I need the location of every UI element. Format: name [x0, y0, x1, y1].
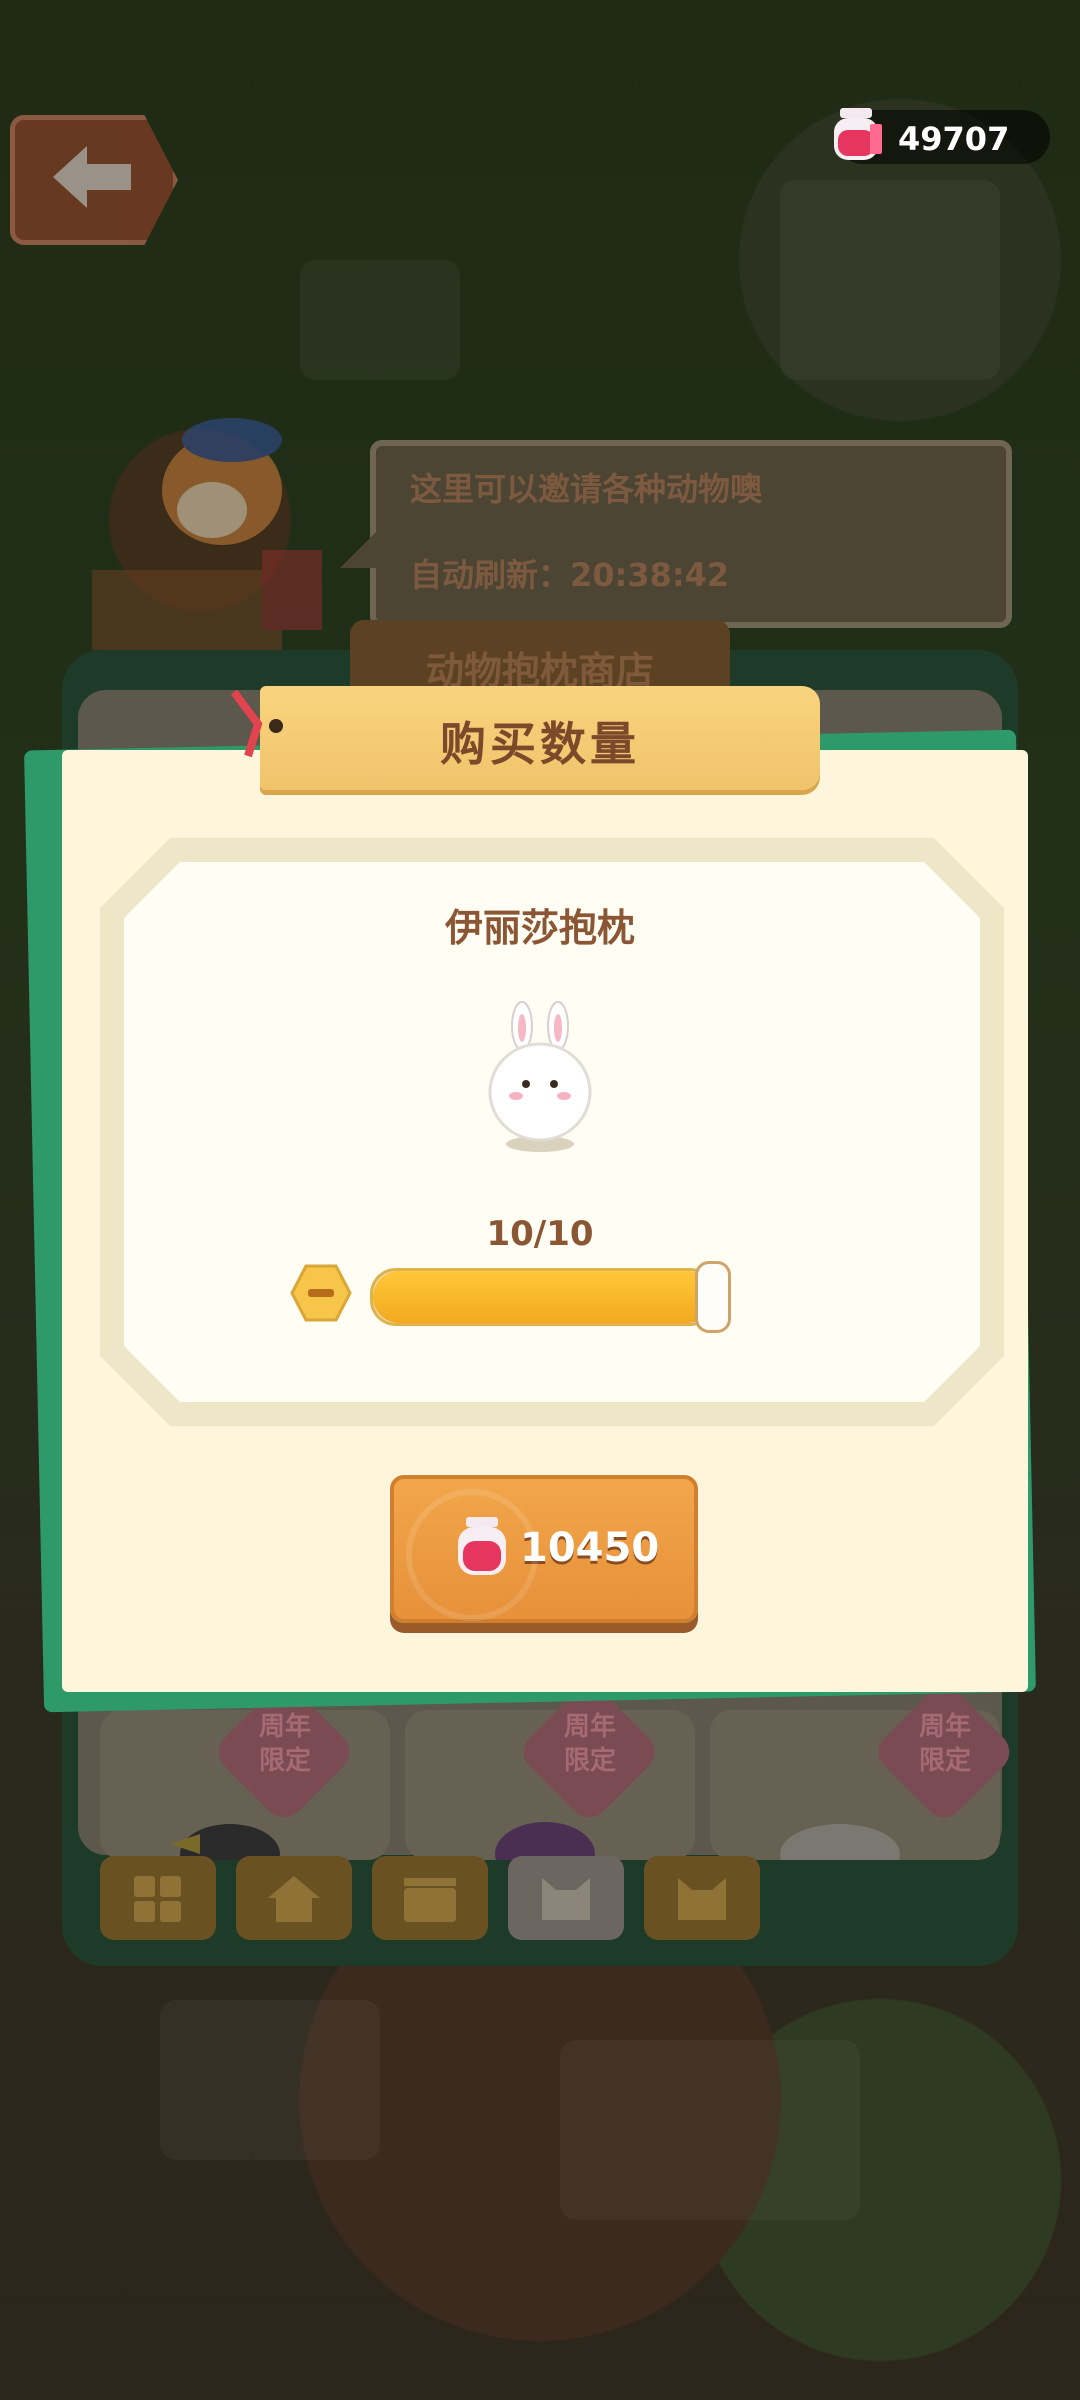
shop-item-card[interactable]: 周年 限定 — [710, 1678, 1018, 1860]
house-icon — [268, 1876, 320, 1922]
cat-face-icon — [542, 1878, 590, 1920]
shop-item-card[interactable]: 周年 限定 — [100, 1678, 390, 1860]
background-building — [300, 260, 460, 380]
slider-fill — [373, 1271, 713, 1323]
background-garden — [160, 2000, 380, 2160]
pink-jar-icon — [834, 108, 882, 160]
minus-icon[interactable] — [290, 1264, 352, 1322]
clapperboard-icon — [404, 1878, 456, 1922]
currency-value: 49707 — [898, 120, 1010, 158]
bubble-message: 这里可以邀请各种动物噢 — [410, 470, 763, 508]
seal-pillow-icon — [780, 1824, 900, 1860]
tab-video[interactable] — [372, 1856, 488, 1940]
limited-badge-text: 周年 限定 — [563, 1712, 616, 1776]
item-name: 伊丽莎抱枕 — [444, 906, 635, 950]
limited-badge-text: 周年 限定 — [918, 1712, 971, 1776]
modal-title: 购买数量 — [440, 717, 640, 771]
quantity-label: 10/10 — [486, 1214, 594, 1254]
arrow-left-icon — [53, 146, 131, 208]
pink-jar-icon — [458, 1517, 506, 1575]
grid-icon — [134, 1876, 181, 1922]
tab-grid[interactable] — [100, 1856, 216, 1940]
shopkeeper-dog — [92, 418, 322, 650]
limited-badge-text: 周年 限定 — [258, 1712, 311, 1776]
tab-pillows[interactable] — [508, 1856, 624, 1940]
buy-button[interactable]: 10450 — [390, 1475, 698, 1623]
sheep-pillow-icon — [495, 1822, 595, 1860]
shop-tabbar — [100, 1856, 780, 1940]
ribbon-icon — [230, 690, 283, 758]
speech-bubble: 这里可以邀请各种动物噢 自动刷新：20:38:42 — [370, 440, 1012, 628]
currency-display: 49707 — [834, 108, 1050, 164]
bunny-pillow-icon — [488, 1001, 592, 1152]
tab-cats[interactable] — [644, 1856, 760, 1940]
penguin-pillow-icon — [170, 1824, 280, 1860]
background-greenhouse — [780, 180, 1000, 380]
tab-house[interactable] — [236, 1856, 352, 1940]
cat-face-icon — [678, 1878, 726, 1920]
shop-item-card[interactable]: 周年 限定 — [405, 1678, 695, 1860]
buy-price: 10450 — [520, 1525, 660, 1571]
background-shop — [560, 2040, 860, 2220]
back-button[interactable] — [10, 115, 178, 245]
refresh-timer: 自动刷新：20:38:42 — [410, 556, 730, 594]
slider-handle[interactable] — [695, 1261, 731, 1333]
modal-header: 购买数量 — [260, 686, 820, 790]
quantity-slider[interactable] — [370, 1261, 731, 1333]
